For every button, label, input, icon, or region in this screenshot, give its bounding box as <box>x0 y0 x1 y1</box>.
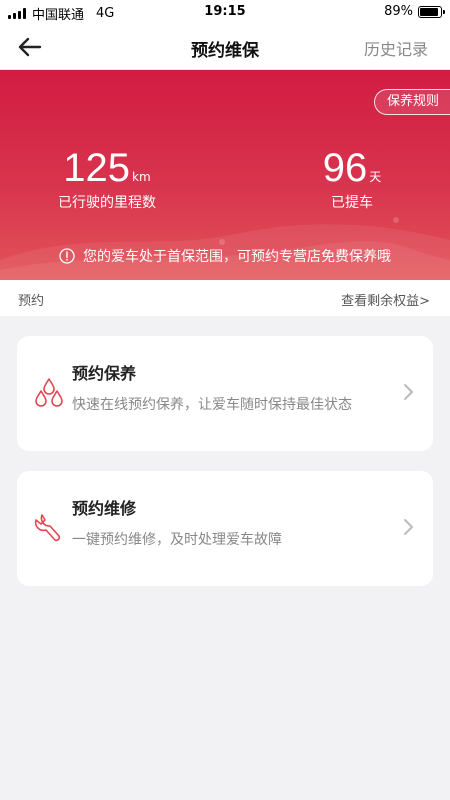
chevron-right-icon <box>404 384 413 400</box>
maintenance-rules-button[interactable]: 保养规则 <box>373 89 450 115</box>
card-title: 预约维修 <box>72 499 137 518</box>
card-description: 一键预约维修，及时处理爱车故障 <box>72 532 282 548</box>
chevron-right-icon <box>404 519 413 535</box>
days-unit: 天 <box>369 170 382 184</box>
battery-level-fill <box>420 7 438 16</box>
card-title: 预约保养 <box>72 364 137 383</box>
oil-drops-icon <box>35 378 63 407</box>
wrench-icon <box>34 514 61 542</box>
exclamation-circle-icon <box>59 248 75 264</box>
mileage-value: 125 <box>63 146 131 190</box>
view-remaining-rights-link[interactable]: 查看剩余权益> <box>341 290 430 309</box>
book-repair-card[interactable]: 预约维修 一键预约维修，及时处理爱车故障 <box>17 471 433 586</box>
section-header: 预约 查看剩余权益> <box>0 280 450 316</box>
book-maintenance-card[interactable]: 预约保养 快速在线预约保养，让爱车随时保持最佳状态 <box>17 336 433 451</box>
battery-percent: 89% <box>384 4 413 19</box>
mileage-label: 已行驶的里程数 <box>58 195 156 211</box>
battery-icon <box>418 5 445 18</box>
free-maintenance-notice: 您的爱车处于首保范围，可预约专营店免费保养哦 <box>0 246 450 266</box>
mileage-unit: km <box>132 170 151 184</box>
navigation-bar: 预约维保 历史记录 <box>0 24 450 70</box>
card-description: 快速在线预约保养，让爱车随时保持最佳状态 <box>72 397 352 413</box>
days-label: 已提车 <box>331 195 373 211</box>
section-label: 预约 <box>18 294 45 309</box>
arrow-left-icon <box>18 37 42 57</box>
status-right: 89% <box>384 4 445 19</box>
notice-text: 您的爱车处于首保范围，可预约专营店免费保养哦 <box>83 249 391 265</box>
days-value: 96 <box>322 146 368 190</box>
status-bar: 中国联通 4G 19:15 89% <box>0 0 450 24</box>
history-button[interactable]: 历史记录 <box>364 36 428 60</box>
mileage-stat: 125 km 已行驶的里程数 <box>52 146 162 212</box>
days-stat: 96 天 已提车 <box>322 146 382 212</box>
status-time: 19:15 <box>204 4 246 19</box>
back-button[interactable] <box>16 34 46 60</box>
mileage-hero-banner: 保养规则 125 km 已行驶的里程数 96 天 已提车 您的爱车处于首保范围，可预… <box>0 70 450 280</box>
